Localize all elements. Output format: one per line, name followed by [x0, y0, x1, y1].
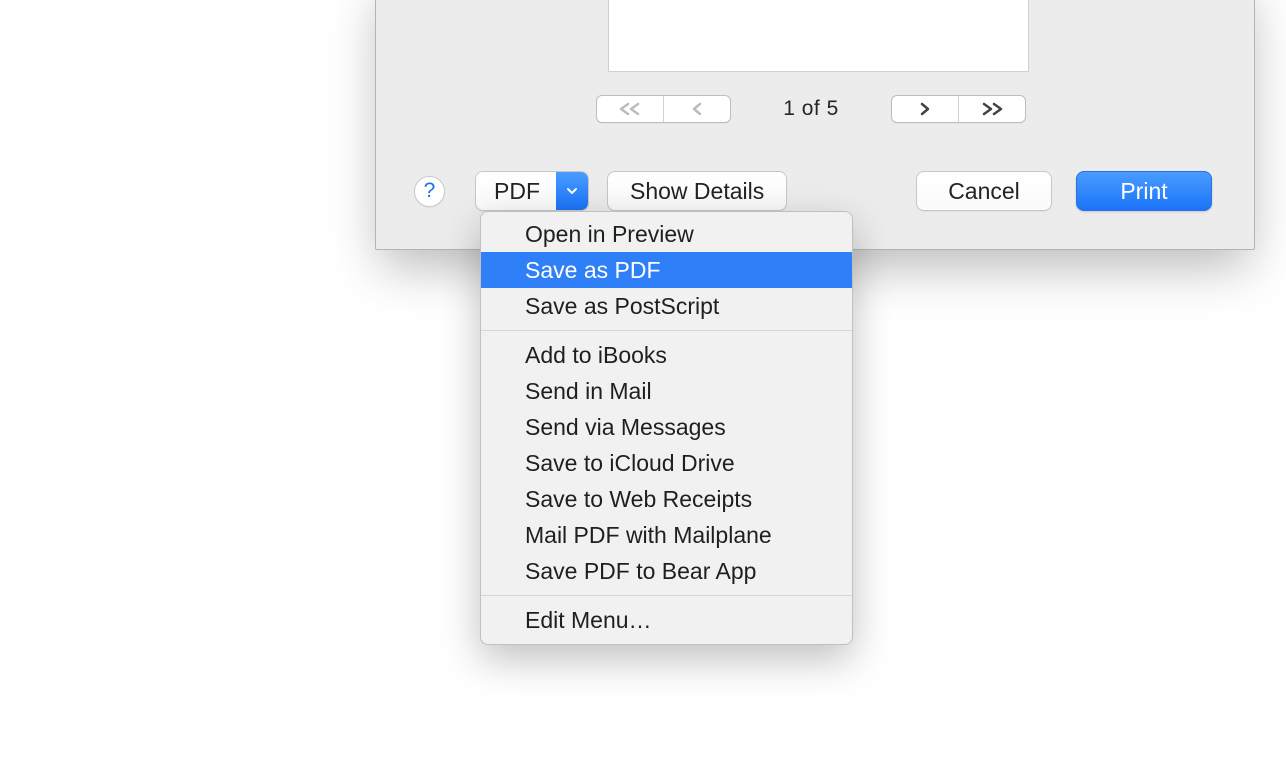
pdf-dropdown-menu: Open in PreviewSave as PDFSave as PostSc…	[480, 211, 853, 645]
help-button[interactable]: ?	[414, 176, 445, 207]
show-details-button[interactable]: Show Details	[607, 171, 787, 211]
page-nav-forward-segment	[891, 95, 1026, 123]
next-page-button[interactable]	[892, 96, 958, 122]
pdf-dropdown-label: PDF	[476, 172, 556, 210]
first-page-button[interactable]	[597, 96, 663, 122]
cancel-label: Cancel	[948, 180, 1020, 203]
menu-separator	[481, 595, 852, 596]
print-label: Print	[1120, 180, 1167, 203]
menu-item[interactable]: Send in Mail	[481, 373, 852, 409]
page-preview-thumbnail	[608, 0, 1029, 72]
prev-page-button[interactable]	[663, 96, 730, 122]
page-navigation: 1 of 5	[596, 94, 1026, 124]
cancel-button[interactable]: Cancel	[916, 171, 1052, 211]
pdf-dropdown-arrow	[556, 172, 588, 210]
page-indicator: 1 of 5	[783, 97, 839, 121]
menu-item[interactable]: Save PDF to Bear App	[481, 553, 852, 589]
chevron-double-left-icon	[616, 102, 644, 116]
pdf-dropdown-button[interactable]: PDF	[475, 171, 589, 211]
last-page-button[interactable]	[958, 96, 1025, 122]
menu-item[interactable]: Open in Preview	[481, 216, 852, 252]
menu-item[interactable]: Save as PDF	[481, 252, 852, 288]
menu-item[interactable]: Save to Web Receipts	[481, 481, 852, 517]
page-nav-back-segment	[596, 95, 731, 123]
show-details-label: Show Details	[630, 180, 764, 203]
print-button[interactable]: Print	[1076, 171, 1212, 211]
dialog-button-row: ? PDF Show Details Cancel Print	[414, 171, 1212, 211]
chevron-right-icon	[918, 102, 932, 116]
chevron-left-icon	[690, 102, 704, 116]
menu-separator	[481, 330, 852, 331]
chevron-double-right-icon	[978, 102, 1006, 116]
chevron-down-icon	[565, 186, 579, 196]
menu-item[interactable]: Save as PostScript	[481, 288, 852, 324]
menu-item[interactable]: Mail PDF with Mailplane	[481, 517, 852, 553]
help-icon: ?	[424, 179, 436, 203]
menu-item[interactable]: Edit Menu…	[481, 602, 852, 638]
menu-item[interactable]: Add to iBooks	[481, 337, 852, 373]
menu-item[interactable]: Send via Messages	[481, 409, 852, 445]
menu-item[interactable]: Save to iCloud Drive	[481, 445, 852, 481]
